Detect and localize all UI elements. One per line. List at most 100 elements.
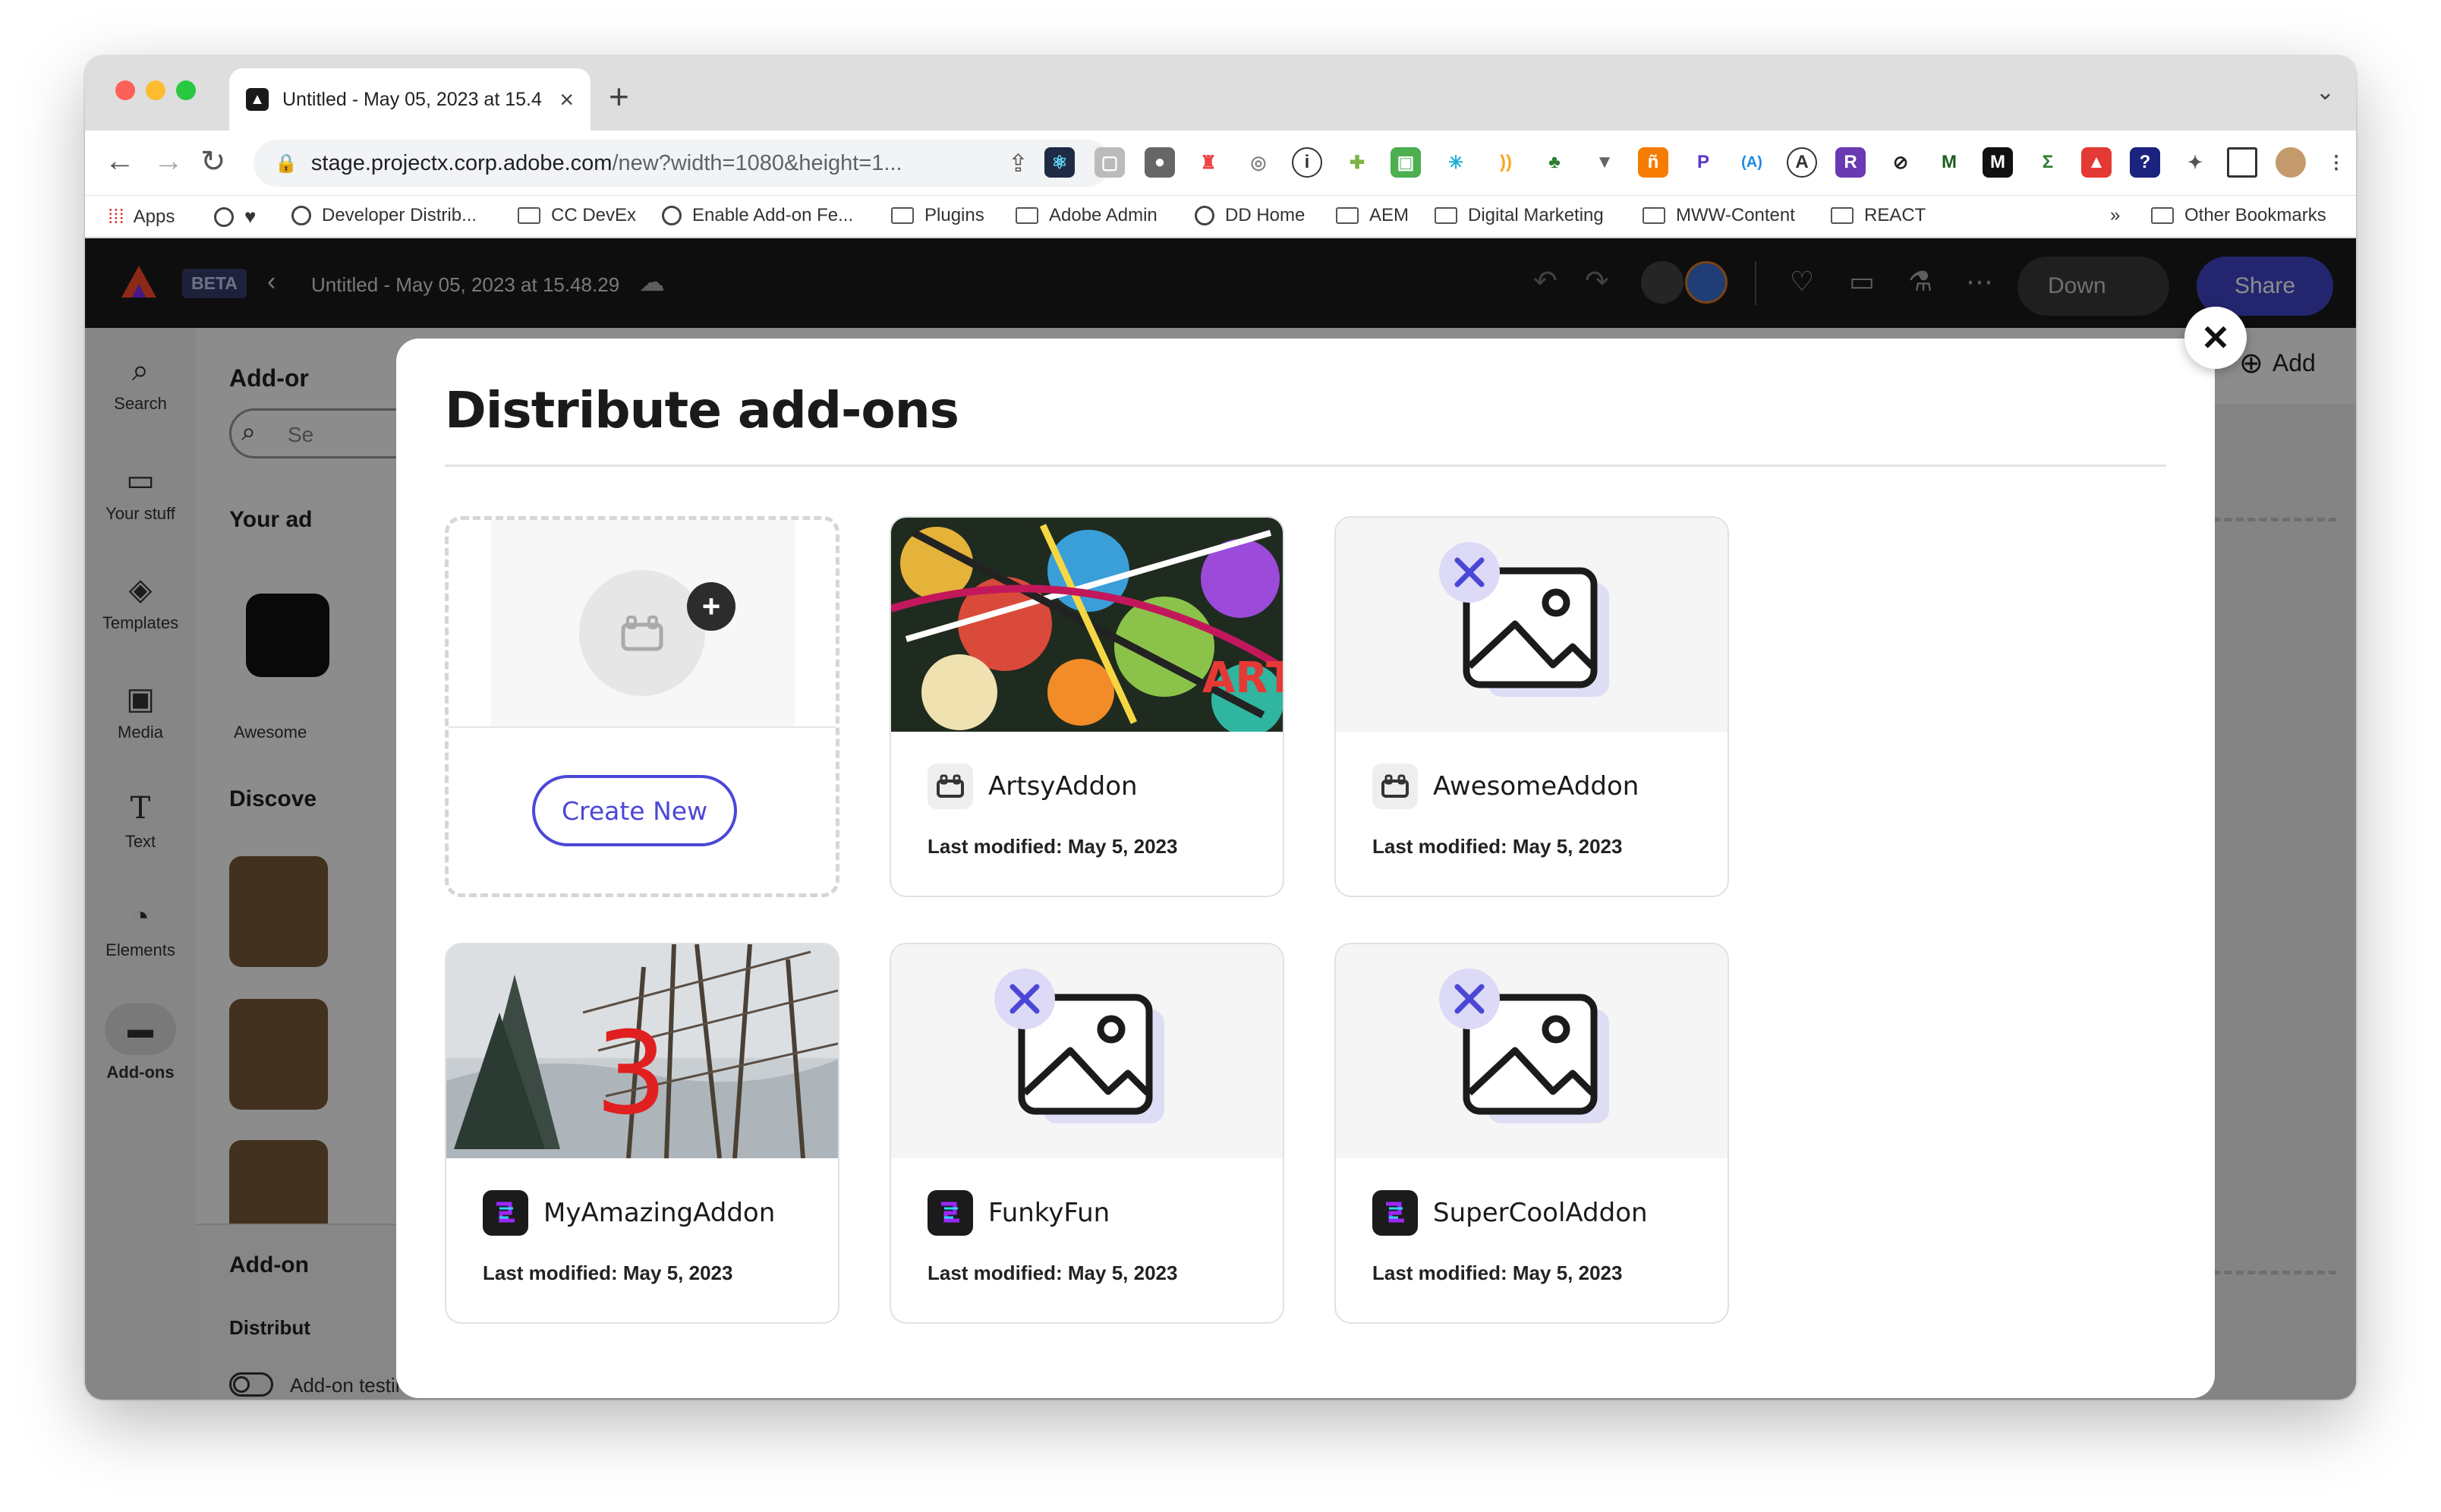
close-dialog-button[interactable]: ✕	[2184, 307, 2247, 369]
addon-name: FunkyFun	[988, 1198, 1110, 1228]
acrobat-ext-icon[interactable]: ▲	[2081, 147, 2112, 178]
broken-image-icon	[1439, 542, 1609, 697]
addon-card-funkyfun[interactable]: FunkyFun Last modified: May 5, 2023	[890, 943, 1284, 1324]
puzzle-icon[interactable]: ✦	[2180, 147, 2210, 178]
sigma-ext-icon[interactable]: Σ	[2033, 147, 2063, 178]
rss-ext-icon[interactable]: ))	[1491, 147, 1521, 178]
missing-image-thumbnail	[1336, 944, 1728, 1158]
bookmark-cc-devex[interactable]: CC DevEx	[518, 205, 636, 226]
other-bookmarks[interactable]: Other Bookmarks	[2151, 205, 2326, 226]
lock-icon: 🔒	[275, 153, 298, 174]
extension-icon[interactable]: ●	[1145, 147, 1175, 178]
bookmark-aem[interactable]: AEM	[1336, 205, 1409, 226]
lighthouse-ext-icon[interactable]: ♜	[1193, 147, 1224, 178]
chevron-down-icon[interactable]: ⌄	[2316, 79, 2335, 106]
close-window-button[interactable]	[115, 80, 135, 100]
adobe-favicon-icon: ▲	[246, 88, 269, 111]
info-ext-icon[interactable]: i	[1292, 147, 1322, 178]
addon-last-modified: Last modified: May 5, 2023	[483, 1262, 733, 1284]
bookmark-apps[interactable]: ⁞⁞⁞ Apps	[108, 205, 175, 228]
addon-last-modified: Last modified: May 5, 2023	[1372, 835, 1623, 858]
missing-image-thumbnail	[1336, 518, 1728, 732]
shield-ext-icon[interactable]: ?	[2130, 147, 2160, 178]
profile-avatar[interactable]	[2276, 147, 2306, 178]
create-new-button[interactable]: Create New	[532, 775, 737, 846]
bookmark-react[interactable]: REACT	[1831, 205, 1926, 226]
browser-tab[interactable]: ▲ Untitled - May 05, 2023 at 15.4 ×	[229, 68, 591, 131]
r-ext-icon[interactable]: R	[1835, 147, 1866, 178]
bookmark-mww-content[interactable]: MWW-Content	[1643, 205, 1795, 226]
chat-ext-icon[interactable]: ▢	[1095, 147, 1125, 178]
addon-card-awesome[interactable]: AwesomeAddon Last modified: May 5, 2023	[1334, 516, 1729, 897]
folder-icon	[891, 207, 914, 224]
a-ext-icon[interactable]: (A)	[1737, 147, 1767, 178]
bookmark-dd-home[interactable]: DD Home	[1195, 205, 1305, 226]
medium-ext-icon[interactable]: M	[1983, 147, 2013, 178]
globe-icon	[662, 206, 682, 225]
folder-icon	[1435, 207, 1457, 224]
p-ext-icon[interactable]: P	[1688, 147, 1718, 178]
accessibility-ext-icon[interactable]: A	[1787, 147, 1817, 178]
orange-ext-icon[interactable]: ñ	[1638, 147, 1668, 178]
green-ext-icon[interactable]: ▣	[1391, 147, 1421, 178]
bookmark-adobe-admin[interactable]: Adobe Admin	[1016, 205, 1158, 226]
bookmark-enable-addon[interactable]: Enable Add-on Fe...	[662, 205, 853, 226]
block-ext-icon[interactable]: ⊘	[1885, 147, 1916, 178]
svg-text:ART: ART	[1202, 654, 1283, 703]
addon-name: ArtsyAddon	[988, 771, 1138, 802]
new-tab-button[interactable]: +	[609, 76, 629, 117]
broken-image-icon	[1439, 969, 1609, 1123]
folder-icon	[1336, 207, 1359, 224]
addon-name: MyAmazingAddon	[543, 1198, 776, 1228]
globe-icon[interactable]: ♥	[214, 205, 256, 228]
close-icon: ✕	[2200, 318, 2231, 358]
forward-icon[interactable]: →	[153, 144, 184, 178]
dialog-title: Distribute add-ons	[445, 381, 959, 439]
addon-card-artsy[interactable]: ART ArtsyAddon Last modified: May 5, 202…	[890, 516, 1284, 897]
m-ext-icon[interactable]: M	[1934, 147, 1964, 178]
bookmark-plugins[interactable]: Plugins	[891, 205, 984, 226]
bookmark-developer-distrib[interactable]: Developer Distrib...	[291, 205, 477, 226]
create-new-thumb: +	[491, 520, 795, 726]
address-bar[interactable]: 🔒 stage.projectx.corp.adobe.com/new?widt…	[254, 140, 1111, 187]
globe-icon	[1195, 206, 1214, 225]
addon-placeholder-icon	[579, 570, 705, 696]
back-icon[interactable]: ←	[105, 144, 135, 178]
addon-last-modified: Last modified: May 5, 2023	[928, 1262, 1178, 1284]
folder-icon	[2151, 207, 2174, 224]
more-vertical-icon[interactable]: ⋮	[2321, 147, 2351, 178]
addon-name: AwesomeAddon	[1433, 771, 1639, 802]
vue-ext-icon[interactable]: ▼	[1589, 147, 1620, 178]
title-divider	[445, 465, 2166, 467]
addon-name: SuperCoolAddon	[1433, 1198, 1648, 1228]
folder-icon	[1016, 207, 1038, 224]
minimize-window-button[interactable]	[146, 80, 165, 100]
addon-card-myamazing[interactable]: 3 MyAmazingAddon Last modified: May 5, 2…	[445, 943, 839, 1324]
url-host: stage.projectx.corp.adobe.com	[310, 150, 613, 175]
plus-icon: +	[687, 582, 735, 631]
addon-logo-icon	[1372, 1190, 1418, 1236]
distribute-addons-dialog: ✕ Distribute add-ons + Create New AR Art…	[396, 307, 2247, 1398]
tab-title: Untitled - May 05, 2023 at 15.4	[282, 88, 542, 110]
bookmarks-overflow[interactable]: »	[2110, 205, 2120, 226]
android-ext-icon[interactable]: ✚	[1342, 147, 1372, 178]
bookmark-digital-marketing[interactable]: Digital Marketing	[1435, 205, 1604, 226]
evernote-ext-icon[interactable]: ♣	[1539, 147, 1570, 178]
snowflake-ext-icon[interactable]: ✳	[1441, 147, 1471, 178]
sidebar-icon[interactable]	[2227, 147, 2257, 178]
broken-image-icon	[994, 969, 1164, 1123]
zoom-window-button[interactable]	[176, 80, 196, 100]
folder-icon	[518, 207, 540, 224]
react-ext-icon[interactable]: ⚛	[1044, 147, 1075, 178]
addon-logo-icon	[483, 1190, 528, 1236]
globe-icon	[291, 206, 311, 225]
url-path: /new?width=1080&height=1...	[612, 150, 902, 175]
tab-strip: ▲ Untitled - May 05, 2023 at 15.4 × + ⌄	[85, 56, 2356, 131]
color-ext-icon[interactable]: ◎	[1243, 147, 1274, 178]
reload-icon[interactable]: ↻	[200, 144, 226, 179]
addon-card-supercool[interactable]: SuperCoolAddon Last modified: May 5, 202…	[1334, 943, 1729, 1324]
card-divider	[449, 726, 836, 728]
close-tab-icon[interactable]: ×	[559, 86, 574, 114]
apps-grid-icon: ⁞⁞⁞	[108, 205, 124, 228]
share-icon[interactable]: ⇪	[1008, 149, 1028, 178]
